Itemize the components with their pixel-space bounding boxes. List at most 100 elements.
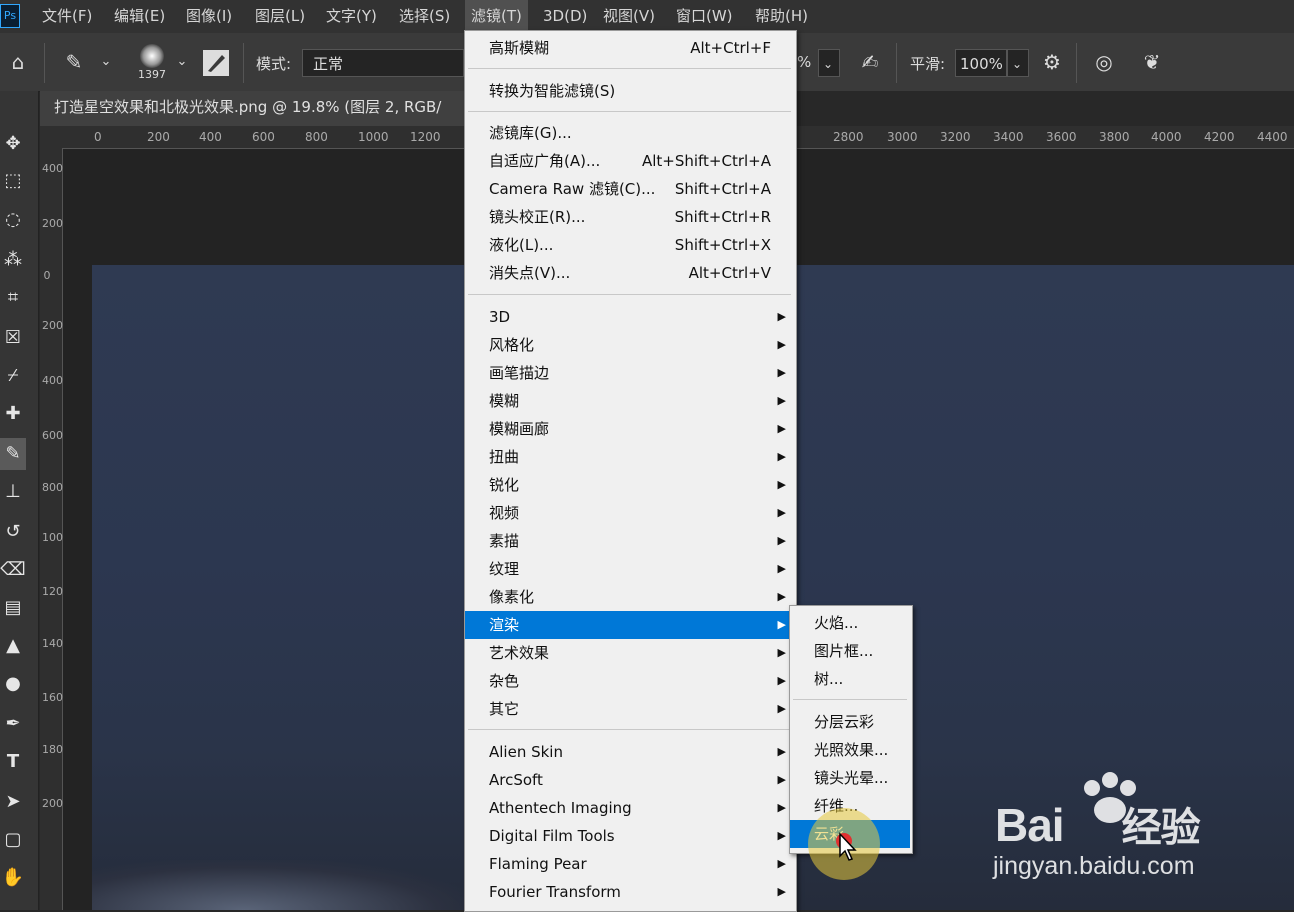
menu-item-flaming-pear[interactable]: Flaming Pear ▶ <box>465 850 794 878</box>
lasso-tool-icon[interactable]: ◌ <box>0 204 26 236</box>
menu-item-digital-film-tools[interactable]: Digital Film Tools ▶ <box>465 822 794 850</box>
eyedropper-icon[interactable]: ⌿ <box>0 360 26 392</box>
submenu-item-lens-flare[interactable]: 镜头光晕... <box>790 764 910 792</box>
brush-tool-icon[interactable]: ✎ <box>60 49 88 75</box>
divider <box>896 43 897 83</box>
menu-item-label: 转换为智能滤镜(S) <box>489 82 616 100</box>
menu-help[interactable]: 帮助(H) <box>749 0 814 33</box>
menu-item-label: 液化(L)... <box>489 236 554 254</box>
smoothing-input[interactable]: 100% <box>955 49 1007 77</box>
healing-brush-icon[interactable]: ✚ <box>0 398 26 430</box>
ruler-tick: 400 <box>42 163 63 175</box>
hand-tool-icon[interactable]: ✋ <box>0 862 26 894</box>
submenu-arrow-icon: ▶ <box>777 534 786 547</box>
submenu-item-lighting-effects[interactable]: 光照效果... <box>790 736 910 764</box>
menu-item-label: ArcSoft <box>489 771 543 789</box>
brush-tool-icon[interactable]: ✎ <box>0 438 26 470</box>
menu-edit[interactable]: 编辑(E) <box>108 0 171 33</box>
menu-item-artistic[interactable]: 艺术效果 ▶ <box>465 639 794 667</box>
submenu-item-tree[interactable]: 树... <box>790 665 910 693</box>
menu-separator <box>468 111 791 112</box>
menu-image[interactable]: 图像(I) <box>180 0 238 33</box>
submenu-arrow-icon: ▶ <box>777 773 786 786</box>
menu-item-filter-gallery[interactable]: 滤镜库(G)... <box>465 119 794 147</box>
menu-window[interactable]: 窗口(W) <box>670 0 739 33</box>
menu-item-camera-raw[interactable]: Camera Raw 滤镜(C)... Shift+Ctrl+A <box>465 175 794 203</box>
chevron-down-icon[interactable]: ⌄ <box>92 49 120 75</box>
submenu-item-difference-clouds[interactable]: 分层云彩 <box>790 708 910 736</box>
gear-icon[interactable]: ⚙ <box>1038 49 1066 75</box>
gradient-tool-icon[interactable]: ▤ <box>0 592 26 624</box>
menu-item-label: 滤镜库(G)... <box>489 124 572 142</box>
quick-select-icon[interactable]: ⁂ <box>0 244 26 276</box>
menu-item-alien-skin[interactable]: Alien Skin ▶ <box>465 738 794 766</box>
brush-settings-icon[interactable] <box>203 50 229 76</box>
menu-type[interactable]: 文字(Y) <box>320 0 383 33</box>
menu-item-texture[interactable]: 纹理 ▶ <box>465 555 794 583</box>
dodge-tool-icon[interactable]: ● <box>0 668 26 700</box>
submenu-arrow-icon: ▶ <box>777 338 786 351</box>
menu-item-blur-gallery[interactable]: 模糊画廊 ▶ <box>465 415 794 443</box>
menu-item-stylize[interactable]: 风格化 ▶ <box>465 331 794 359</box>
mode-select[interactable]: 正常 <box>302 49 464 77</box>
menu-view[interactable]: 视图(V) <box>597 0 661 33</box>
pressure-icon[interactable]: ◎ <box>1090 49 1118 75</box>
menu-item-distort[interactable]: 扭曲 ▶ <box>465 443 794 471</box>
menu-filter[interactable]: 滤镜(T) <box>465 0 528 33</box>
menu-item-shortcut: Alt+Ctrl+F <box>690 39 771 57</box>
history-brush-icon[interactable]: ↺ <box>0 516 26 548</box>
eraser-tool-icon[interactable]: ⌫ <box>0 554 26 586</box>
menu-item-athentech[interactable]: Athentech Imaging ▶ <box>465 794 794 822</box>
menu-item-blur[interactable]: 模糊 ▶ <box>465 387 794 415</box>
home-icon[interactable]: ⌂ <box>4 49 32 75</box>
blur-tool-icon[interactable]: ▲ <box>0 630 26 662</box>
path-select-icon[interactable]: ➤ <box>0 786 26 818</box>
menu-item-sketch[interactable]: 素描 ▶ <box>465 527 794 555</box>
menu-item-brush-strokes[interactable]: 画笔描边 ▶ <box>465 359 794 387</box>
menu-item-label: Flaming Pear <box>489 855 587 873</box>
move-tool-icon[interactable]: ✥ <box>0 128 26 160</box>
crop-tool-icon[interactable]: ⌗ <box>0 282 26 314</box>
brush-preview-icon[interactable] <box>140 44 164 68</box>
menu-file[interactable]: 文件(F) <box>36 0 98 33</box>
submenu-arrow-icon: ▶ <box>777 801 786 814</box>
submenu-arrow-icon: ▶ <box>777 618 786 631</box>
menu-item-noise[interactable]: 杂色 ▶ <box>465 667 794 695</box>
menu-layer[interactable]: 图层(L) <box>249 0 311 33</box>
menu-item-vanishing-point[interactable]: 消失点(V)... Alt+Ctrl+V <box>465 259 794 287</box>
symmetry-butterfly-icon[interactable]: ❦ <box>1138 49 1166 75</box>
submenu-item-picture-frame[interactable]: 图片框... <box>790 637 910 665</box>
stamp-tool-icon[interactable]: ⊥ <box>0 476 26 508</box>
pen-tool-icon[interactable]: ✒ <box>0 708 26 740</box>
menu-select[interactable]: 选择(S) <box>393 0 456 33</box>
submenu-arrow-icon: ▶ <box>777 829 786 842</box>
menu-item-render[interactable]: 渲染 ▶ <box>465 611 794 639</box>
menu-item-label: 树... <box>814 670 844 688</box>
menu-3d[interactable]: 3D(D) <box>537 0 593 33</box>
menu-item-other[interactable]: 其它 ▶ <box>465 695 794 723</box>
menu-item-convert-smart-filter[interactable]: 转换为智能滤镜(S) <box>465 77 794 105</box>
menu-item-label: 视频 <box>489 504 520 522</box>
ruler-tick: 0 <box>94 130 102 144</box>
menu-item-liquify[interactable]: 液化(L)... Shift+Ctrl+X <box>465 231 794 259</box>
type-tool-icon[interactable]: T <box>0 746 26 778</box>
menu-item-lens-correction[interactable]: 镜头校正(R)... Shift+Ctrl+R <box>465 203 794 231</box>
marquee-tool-icon[interactable]: ⬚ <box>0 165 26 197</box>
menu-item-3d[interactable]: 3D ▶ <box>465 303 794 331</box>
chevron-down-icon[interactable]: ⌄ <box>168 49 196 75</box>
chevron-down-icon[interactable]: ⌄ <box>818 49 840 77</box>
watermark-url: jingyan.baidu.com <box>993 852 1195 880</box>
frame-tool-icon[interactable]: ☒ <box>0 322 26 354</box>
submenu-item-flame[interactable]: 火焰... <box>790 609 910 637</box>
menu-item-fourier-transform[interactable]: Fourier Transform ▶ <box>465 878 794 906</box>
airbrush-icon[interactable]: ✍ <box>856 49 884 75</box>
chevron-down-icon[interactable]: ⌄ <box>1007 49 1029 77</box>
menu-item-sharpen[interactable]: 锐化 ▶ <box>465 471 794 499</box>
menu-item-arcsoft[interactable]: ArcSoft ▶ <box>465 766 794 794</box>
menu-item-adaptive-wide-angle[interactable]: 自适应广角(A)... Alt+Shift+Ctrl+A <box>465 147 794 175</box>
menu-item-gaussian-blur[interactable]: 高斯模糊 Alt+Ctrl+F <box>465 34 794 62</box>
rectangle-tool-icon[interactable]: ▢ <box>0 824 26 856</box>
document-tab[interactable]: 打造星空效果和北极光效果.png @ 19.8% (图层 2, RGB/ <box>40 91 470 126</box>
menu-item-video[interactable]: 视频 ▶ <box>465 499 794 527</box>
menu-item-pixelate[interactable]: 像素化 ▶ <box>465 583 794 611</box>
